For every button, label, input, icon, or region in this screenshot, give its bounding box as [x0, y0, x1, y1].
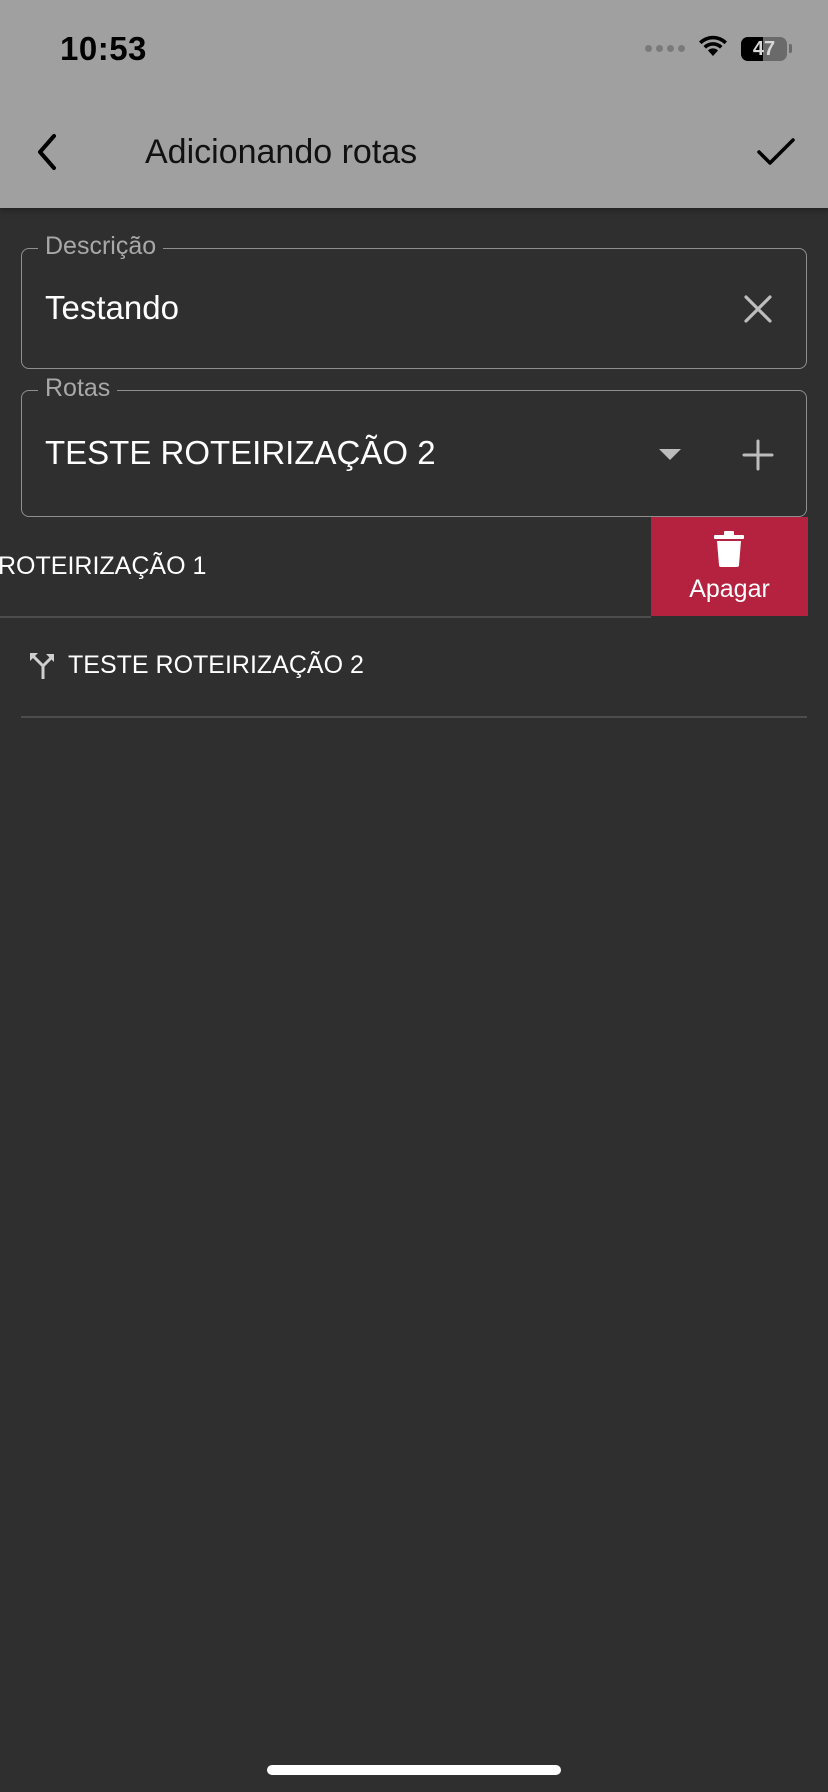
- description-field[interactable]: Descrição Testando: [21, 232, 807, 369]
- home-indicator[interactable]: [267, 1765, 561, 1775]
- battery-cap: [789, 44, 792, 53]
- clear-button[interactable]: [738, 289, 778, 329]
- dropdown-arrow-icon: [659, 449, 681, 460]
- delete-button[interactable]: Apagar: [651, 517, 808, 616]
- battery-level: 47: [752, 37, 776, 60]
- signal-dots-icon: [645, 45, 685, 52]
- back-button[interactable]: [22, 122, 72, 182]
- description-input[interactable]: Testando: [45, 289, 179, 327]
- check-icon: [757, 138, 795, 165]
- dropdown-button[interactable]: [650, 435, 690, 475]
- battery-icon: 47: [741, 36, 787, 61]
- app-bar: 10:53 47 Adicionando rotas: [0, 0, 828, 208]
- routes-select-value[interactable]: TESTE ROTEIRIZAÇÃO 2: [45, 434, 436, 472]
- description-label: Descrição: [38, 232, 164, 261]
- delete-label: Apagar: [689, 575, 770, 603]
- chevron-left-icon: [38, 134, 56, 170]
- route-item-label: TESTE ROTEIRIZAÇÃO 2: [68, 651, 364, 679]
- trash-icon: [714, 531, 744, 567]
- routes-field[interactable]: Rotas TESTE ROTEIRIZAÇÃO 2: [21, 374, 807, 517]
- close-icon: [744, 295, 772, 323]
- plus-icon: [742, 439, 774, 471]
- list-item[interactable]: TESTE ROTEIRIZAÇÃO 2: [21, 617, 807, 716]
- status-time: 10:53: [60, 30, 147, 67]
- divider: [21, 716, 807, 718]
- confirm-button[interactable]: [746, 122, 806, 182]
- screen: 10:53 47 Adicionando rotas Descrição Tes…: [0, 0, 828, 1792]
- page-title: Adicionando rotas: [145, 133, 418, 171]
- status-icons: 47: [645, 34, 792, 63]
- route-fork-icon: [30, 653, 54, 679]
- route-item-label: ROTEIRIZAÇÃO 1: [0, 552, 207, 580]
- routes-label: Rotas: [38, 374, 118, 403]
- wifi-icon: [697, 34, 729, 63]
- add-route-button[interactable]: [738, 435, 778, 475]
